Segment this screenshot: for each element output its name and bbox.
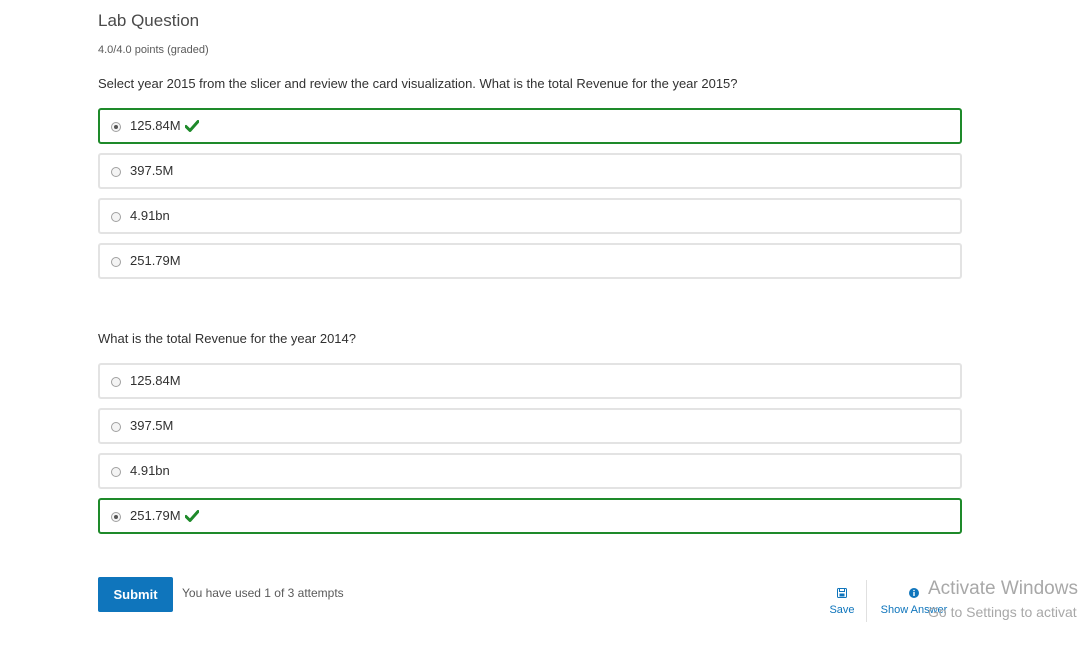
option-label: 125.84M xyxy=(130,118,181,133)
attempts-text: You have used 1 of 3 attempts xyxy=(182,586,344,600)
radio-button[interactable] xyxy=(111,257,121,267)
problem-title: Lab Question xyxy=(98,11,200,30)
radio-button[interactable] xyxy=(111,422,121,432)
q1-option-2[interactable]: 397.5M xyxy=(98,153,962,189)
checkmark-icon xyxy=(184,120,200,135)
radio-button[interactable] xyxy=(111,467,121,477)
save-action[interactable]: Save xyxy=(826,588,858,616)
option-label: 4.91bn xyxy=(130,208,170,223)
radio-button[interactable] xyxy=(111,377,121,387)
activate-windows-subtext: Go to Settings to activat xyxy=(928,604,1077,620)
activate-windows-watermark: Activate Windows xyxy=(928,578,1078,599)
submit-button[interactable]: Submit xyxy=(98,577,173,612)
checkmark-icon xyxy=(184,510,200,525)
option-label: 251.79M xyxy=(130,253,181,268)
q2-option-3[interactable]: 4.91bn xyxy=(98,453,962,489)
question-2-prompt: What is the total Revenue for the year 2… xyxy=(98,331,356,346)
option-label: 397.5M xyxy=(130,418,174,433)
option-label: 4.91bn xyxy=(130,463,170,478)
q1-option-1[interactable]: 125.84M xyxy=(98,108,962,144)
option-label: 125.84M xyxy=(130,373,181,388)
points-label: 4.0/4.0 points (graded) xyxy=(98,44,209,56)
radio-button[interactable] xyxy=(111,167,121,177)
question-1-prompt: Select year 2015 from the slicer and rev… xyxy=(98,76,738,91)
q2-option-1[interactable]: 125.84M xyxy=(98,363,962,399)
option-label: 397.5M xyxy=(130,163,174,178)
save-icon xyxy=(826,588,858,600)
q2-option-2[interactable]: 397.5M xyxy=(98,408,962,444)
radio-button-selected[interactable] xyxy=(111,512,121,522)
q1-option-3[interactable]: 4.91bn xyxy=(98,198,962,234)
radio-button[interactable] xyxy=(111,212,121,222)
q2-option-4[interactable]: 251.79M xyxy=(98,498,962,534)
radio-button-selected[interactable] xyxy=(111,122,121,132)
divider xyxy=(866,580,867,622)
q1-option-4[interactable]: 251.79M xyxy=(98,243,962,279)
option-label: 251.79M xyxy=(130,508,181,523)
save-label: Save xyxy=(829,604,855,616)
